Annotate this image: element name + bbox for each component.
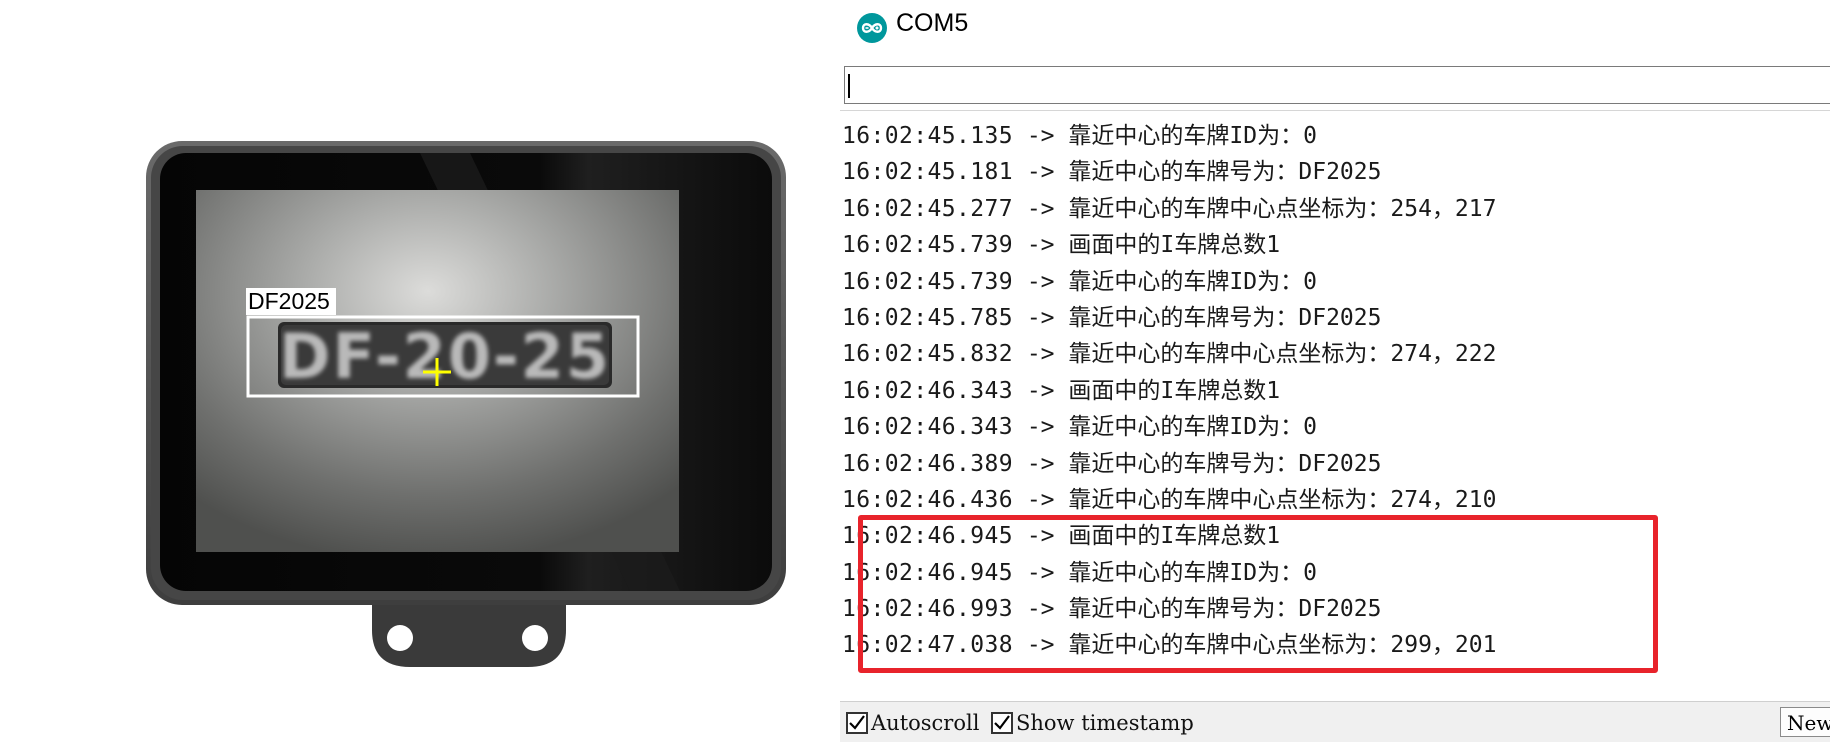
log-line: 16:02:46.343 -> 靠近中心的车牌ID为：0 — [842, 409, 1827, 445]
log-message: 靠近中心的车牌号为：DF2025 — [1068, 304, 1382, 331]
log-message: 画面中的I车牌总数1 — [1068, 232, 1281, 259]
log-timestamp: 16:02:45.739 — [842, 268, 1013, 295]
log-timestamp: 16:02:46.389 — [842, 450, 1013, 477]
log-timestamp: 16:02:45.832 — [842, 341, 1013, 368]
log-arrow: -> — [1026, 304, 1055, 331]
huskylens-device: DF-20-25 DF2025 — [0, 0, 830, 741]
log-line: 16:02:46.436 -> 靠近中心的车牌中心点坐标为：274，210 — [842, 482, 1827, 518]
log-arrow: -> — [1026, 123, 1055, 149]
log-timestamp: 16:02:45.785 — [842, 304, 1013, 331]
arduino-infinity-icon — [857, 13, 887, 43]
show-timestamp-checkbox[interactable]: Show timestamp — [991, 711, 1194, 735]
log-message: 靠近中心的车牌ID为：0 — [1068, 268, 1317, 295]
checkmark-icon — [846, 712, 868, 734]
log-arrow: -> — [1026, 341, 1055, 368]
mount-hole-right — [522, 625, 548, 651]
log-message: 画面中的I车牌总数1 — [1068, 377, 1281, 404]
send-input[interactable] — [844, 66, 1830, 104]
log-timestamp: 16:02:46.343 — [842, 377, 1013, 404]
log-line: 16:02:45.739 -> 画面中的I车牌总数1 — [842, 227, 1827, 263]
log-message: 靠近中心的车牌号为：DF2025 — [1068, 159, 1382, 186]
line-ending-select[interactable]: Newli — [1780, 707, 1830, 737]
autoscroll-label: Autoscroll — [871, 711, 980, 735]
divider — [840, 110, 1830, 111]
text-caret — [848, 74, 850, 98]
log-arrow: -> — [1026, 268, 1055, 295]
log-arrow: -> — [1026, 450, 1055, 477]
log-arrow: -> — [1026, 232, 1055, 259]
log-line: 16:02:45.739 -> 靠近中心的车牌ID为：0 — [842, 264, 1827, 300]
log-timestamp: 16:02:45.739 — [842, 232, 1013, 259]
log-message: 靠近中心的车牌号为：DF2025 — [1068, 450, 1382, 477]
log-timestamp: 16:02:46.436 — [842, 486, 1013, 513]
camera-screen: DF-20-25 DF2025 — [196, 190, 679, 552]
autoscroll-checkbox[interactable]: Autoscroll — [846, 711, 979, 735]
log-timestamp: 16:02:45.135 — [842, 123, 1013, 149]
checkmark-icon — [991, 712, 1013, 734]
log-message: 靠近中心的车牌中心点坐标为：274，210 — [1068, 486, 1497, 513]
log-message: 靠近中心的车牌ID为：0 — [1068, 123, 1317, 149]
show-timestamp-label: Show timestamp — [1016, 711, 1194, 735]
log-timestamp: 16:02:45.181 — [842, 159, 1013, 186]
highlight-rectangle — [858, 515, 1658, 673]
log-arrow: -> — [1026, 414, 1055, 441]
log-arrow: -> — [1026, 377, 1055, 404]
log-message: 靠近中心的车牌中心点坐标为：274，222 — [1068, 341, 1497, 368]
mount-hole-left — [387, 625, 413, 651]
log-line: 16:02:45.785 -> 靠近中心的车牌号为：DF2025 — [842, 300, 1827, 336]
log-timestamp: 16:02:46.343 — [842, 414, 1013, 441]
log-message: 靠近中心的车牌中心点坐标为：254，217 — [1068, 195, 1497, 222]
log-line: 16:02:45.277 -> 靠近中心的车牌中心点坐标为：254，217 — [842, 191, 1827, 227]
bottom-toolbar: Autoscroll Show timestamp Newli — [840, 701, 1830, 742]
log-line: 16:02:46.343 -> 画面中的I车牌总数1 — [842, 373, 1827, 409]
window-title: COM5 — [896, 9, 969, 37]
log-line: 16:02:46.389 -> 靠近中心的车牌号为：DF2025 — [842, 446, 1827, 482]
license-plate: DF-20-25 — [278, 320, 612, 393]
plate-text: DF-20-25 — [279, 320, 611, 393]
log-line: 16:02:45.832 -> 靠近中心的车牌中心点坐标为：274，222 — [842, 336, 1827, 372]
detection-label: DF2025 — [248, 288, 330, 314]
title-bar: COM5 — [840, 0, 1830, 56]
log-line: 16:02:45.135 -> 靠近中心的车牌ID为：0 — [842, 118, 1827, 154]
log-timestamp: 16:02:45.277 — [842, 195, 1013, 222]
log-arrow: -> — [1026, 159, 1055, 186]
log-message: 靠近中心的车牌ID为：0 — [1068, 414, 1317, 441]
log-arrow: -> — [1026, 195, 1055, 222]
log-line: 16:02:45.181 -> 靠近中心的车牌号为：DF2025 — [842, 154, 1827, 190]
log-arrow: -> — [1026, 486, 1055, 513]
